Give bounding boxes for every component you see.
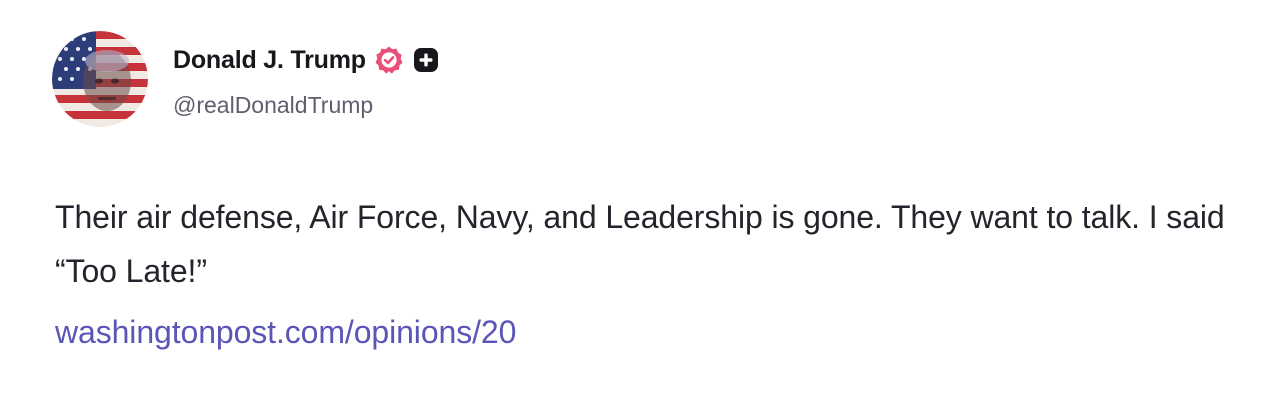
avatar[interactable]: [52, 31, 148, 127]
avatar-flag-portrait-icon: [52, 31, 148, 127]
author-handle[interactable]: @realDonaldTrump: [173, 92, 373, 119]
plus-badge-icon: [412, 46, 440, 74]
verified-check-icon: [374, 45, 404, 75]
author-display-name[interactable]: Donald J. Trump: [173, 46, 366, 75]
post-text: Their air defense, Air Force, Navy, and …: [55, 199, 1225, 289]
post-link[interactable]: washingtonpost.com/opinions/20: [55, 305, 516, 359]
author-name-row: Donald J. Trump: [173, 40, 440, 80]
post-card: Donald J. Trump @realDonaldTrump Their a…: [0, 0, 1280, 410]
